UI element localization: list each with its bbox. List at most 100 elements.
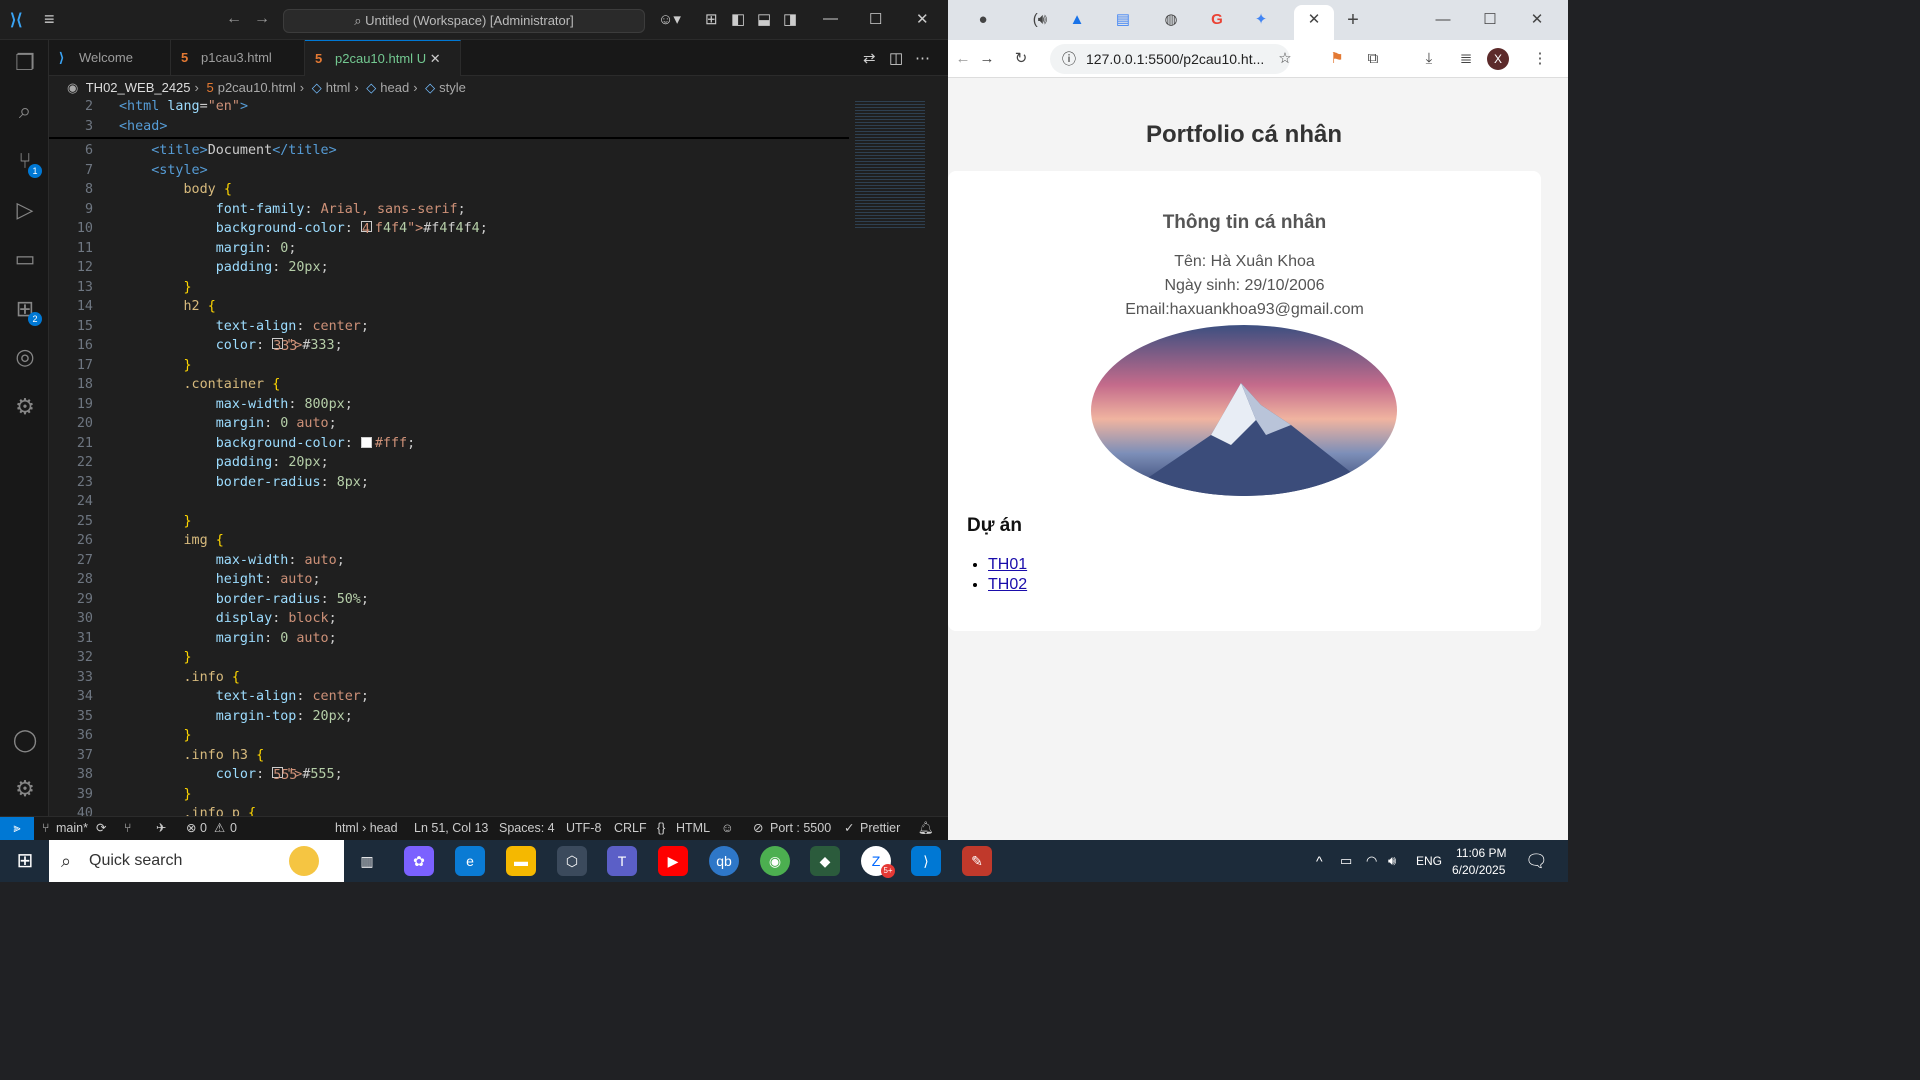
prettier-status[interactable]: Prettier: [860, 817, 900, 839]
copilot-app-icon[interactable]: ✿: [404, 846, 434, 876]
tab-p1cau3[interactable]: 5 p1cau3.html: [171, 40, 305, 76]
battery-icon[interactable]: ▭: [1340, 840, 1352, 882]
active-tab-close-icon[interactable]: ✕: [1294, 5, 1334, 40]
chrome-icon[interactable]: ◉: [760, 846, 790, 876]
file-explorer-icon[interactable]: ▬: [506, 846, 536, 876]
code-line[interactable]: background-color: 4 f4f4">#f4f4f4;: [119, 221, 488, 237]
reload-icon[interactable]: ↻: [1006, 44, 1036, 74]
code-line[interactable]: padding: 20px;: [119, 260, 329, 275]
command-center[interactable]: ⌕ Untitled (Workspace) [Administrator]: [283, 9, 645, 33]
branch-name[interactable]: main*: [56, 817, 88, 839]
github-tab-icon[interactable]: ●: [968, 5, 998, 35]
windows-start-icon[interactable]: ⊞: [10, 846, 40, 876]
code-line[interactable]: max-width: auto;: [119, 553, 345, 568]
forward-arrow-icon[interactable]: →: [254, 10, 270, 28]
code-line[interactable]: display: block;: [119, 611, 337, 626]
vscode-taskbar-icon[interactable]: ⟩: [911, 846, 941, 876]
code-line[interactable]: height: auto;: [119, 572, 321, 587]
remote-indicator-icon[interactable]: ⫸: [0, 817, 34, 840]
code-line[interactable]: <head>: [119, 119, 167, 134]
split-editor-icon[interactable]: ◫: [889, 49, 903, 67]
wifi-icon[interactable]: ◠: [1366, 840, 1377, 882]
code-line[interactable]: <style>: [119, 163, 207, 178]
docs-tab-icon[interactable]: ▤: [1108, 5, 1138, 35]
profile-avatar[interactable]: X: [1487, 48, 1509, 70]
google-tab-icon[interactable]: G: [1202, 5, 1232, 35]
audio-tab-icon[interactable]: (🔊︎: [1018, 5, 1062, 35]
clock-date[interactable]: 6/20/2025: [1452, 849, 1505, 891]
accounts-icon[interactable]: ◯: [10, 727, 40, 757]
close-tab-icon[interactable]: ✕: [430, 51, 441, 66]
code-line[interactable]: font-family: Arial, sans-serif;: [119, 202, 466, 217]
edge-icon[interactable]: e: [455, 846, 485, 876]
extensions-puzzle-icon[interactable]: ⧉: [1358, 44, 1388, 74]
project-link-th02[interactable]: TH02: [988, 576, 1027, 593]
extensions-icon[interactable]: ⊞ 2: [10, 296, 42, 326]
address-bar[interactable]: ⓘ 127.0.0.1:5500/p2cau10.ht...: [1050, 44, 1290, 74]
code-line[interactable]: margin: 0;: [119, 241, 297, 256]
volume-icon[interactable]: 🔊︎: [1388, 840, 1396, 882]
code-line[interactable]: border-radius: 8px;: [119, 475, 369, 490]
more-actions-icon[interactable]: ⋯: [915, 49, 930, 67]
zalo-icon[interactable]: Z 5+: [861, 846, 895, 878]
run-debug-icon[interactable]: ▷: [10, 197, 40, 227]
globe-tab-icon[interactable]: ◍: [1156, 5, 1186, 35]
youtube-icon[interactable]: ▶: [658, 846, 688, 876]
code-line[interactable]: color: 555">#555;: [119, 767, 343, 783]
maximize-icon[interactable]: ☐: [1475, 5, 1505, 35]
back-arrow-icon[interactable]: ←: [226, 10, 242, 28]
media-control-icon[interactable]: ≣: [1451, 44, 1481, 74]
hamburger-menu-icon[interactable]: ≡: [44, 9, 55, 30]
git-graph-icon[interactable]: ◎: [10, 344, 40, 374]
project-link-th01[interactable]: TH01: [988, 556, 1027, 573]
teams-icon[interactable]: T: [607, 846, 637, 876]
close-icon[interactable]: ✕: [916, 10, 929, 28]
code-line[interactable]: .info h3 {: [119, 748, 264, 763]
code-line[interactable]: h2 {: [119, 299, 215, 314]
language-indicator[interactable]: ENG: [1416, 840, 1442, 882]
close-icon[interactable]: ✕: [1522, 5, 1552, 35]
code-line[interactable]: }: [119, 358, 192, 373]
drive-tab-icon[interactable]: ▲: [1062, 5, 1092, 35]
code-line[interactable]: max-width: 800px;: [119, 397, 353, 412]
minimize-icon[interactable]: —: [823, 10, 838, 27]
code-line[interactable]: }: [119, 787, 192, 802]
code-line[interactable]: }: [119, 650, 192, 665]
scope-indicator[interactable]: html › head: [335, 817, 398, 839]
warnings-count[interactable]: 0: [230, 817, 237, 839]
bookmark-star-icon[interactable]: ☆: [1270, 44, 1300, 74]
line-ending[interactable]: CRLF: [614, 817, 647, 839]
toggle-sidebar-icon[interactable]: ◧: [731, 10, 745, 28]
code-line[interactable]: .info {: [119, 670, 239, 685]
task-view-icon[interactable]: ▥: [352, 846, 382, 876]
code-line[interactable]: <title>Document</title>: [119, 143, 336, 158]
code-line[interactable]: body {: [119, 182, 231, 197]
code-line[interactable]: padding: 20px;: [119, 455, 329, 470]
notification-icon[interactable]: 🗨︎: [1525, 840, 1548, 882]
problems-count[interactable]: 0: [200, 817, 207, 839]
gemini-tab-icon[interactable]: ✦: [1246, 5, 1276, 35]
live-server-port[interactable]: Port : 5500: [770, 817, 831, 839]
minimize-icon[interactable]: —: [1428, 5, 1458, 35]
browser-menu-icon[interactable]: ⋮: [1525, 44, 1555, 74]
code-line[interactable]: }: [119, 514, 192, 529]
git-app-icon[interactable]: ◆: [810, 846, 840, 876]
code-line[interactable]: margin: 0 auto;: [119, 631, 337, 646]
extension-icon[interactable]: ⚑: [1322, 44, 1352, 74]
indentation[interactable]: Spaces: 4: [499, 817, 555, 839]
code-line[interactable]: text-align: center;: [119, 689, 369, 704]
git-icon[interactable]: ⑂: [124, 817, 132, 839]
bell-icon[interactable]: 🔔︎: [918, 817, 934, 839]
tray-chevron-icon[interactable]: ^: [1316, 840, 1323, 882]
code-line[interactable]: }: [119, 728, 192, 743]
copilot-status-icon[interactable]: ☺: [721, 817, 734, 839]
forward-arrow-icon[interactable]: →: [972, 44, 1002, 74]
site-info-icon[interactable]: ⓘ: [1062, 44, 1076, 74]
search-icon[interactable]: ⌕: [10, 98, 40, 128]
code-line[interactable]: background-color: #fff;: [119, 436, 415, 451]
download-icon[interactable]: ⤓: [1414, 44, 1444, 74]
open-changes-icon[interactable]: ⇄: [863, 49, 876, 67]
code-line[interactable]: border-radius: 50%;: [119, 592, 369, 607]
qbittorrent-icon[interactable]: qb: [709, 846, 739, 876]
settings-gear-icon[interactable]: ⚙: [10, 776, 40, 806]
